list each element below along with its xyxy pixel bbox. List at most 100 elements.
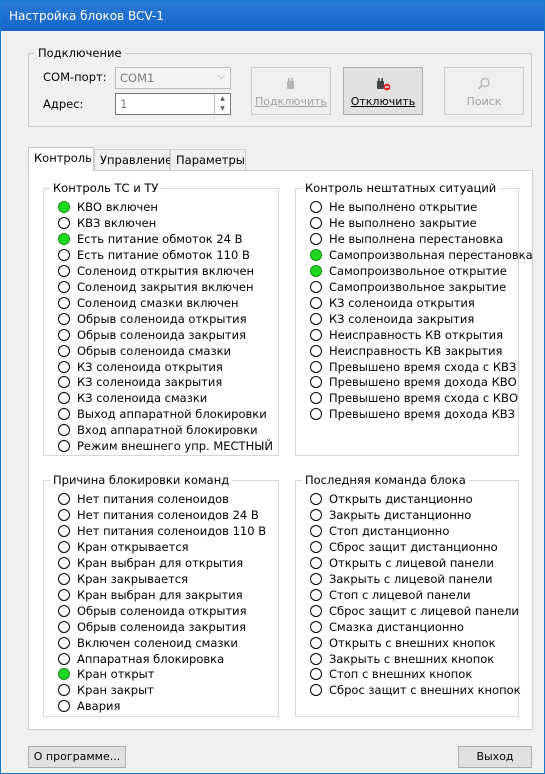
status-item-label: Сброс защит дистанционно	[329, 539, 498, 554]
status-item-label: Соленоид закрытия включен	[77, 279, 254, 294]
address-stepper[interactable]: 1 ▲ ▼	[115, 93, 231, 115]
com-port-value: COM1	[120, 71, 155, 85]
status-led-icon	[310, 508, 322, 521]
status-led-icon	[310, 248, 322, 261]
exit-label: Выход	[476, 750, 514, 763]
status-led-icon	[310, 312, 322, 325]
status-item-label: Обрыв соленоида закрытия	[77, 327, 247, 342]
chevron-down-icon: ⌵	[217, 71, 225, 82]
status-item-label: Превышено время схода с КВО	[329, 391, 518, 406]
status-led-icon	[310, 588, 322, 601]
arrow-down-icon[interactable]: ▼	[215, 104, 230, 114]
status-led-icon	[58, 216, 70, 229]
status-led-icon	[58, 604, 70, 617]
status-led-icon	[310, 684, 322, 697]
last-command-title: Последняя команда блока	[302, 473, 469, 487]
window-title: Настройка блоков BCV-1	[9, 9, 164, 23]
status-led-icon	[58, 556, 70, 569]
search-icon	[477, 77, 491, 94]
exit-button[interactable]: Выход	[458, 746, 532, 768]
status-item-label: Стоп с лицевой панели	[329, 587, 471, 602]
status-item-label: Обрыв соленоида закрытия	[77, 619, 247, 634]
status-led-icon	[58, 424, 70, 437]
status-item-label: КЗ соленоида открытия	[77, 359, 223, 374]
status-led-icon	[310, 668, 322, 681]
arrow-up-icon[interactable]: ▲	[215, 94, 230, 104]
status-item-label: Кран открывается	[77, 539, 189, 554]
status-item-label: Неисправность КВ открытия	[329, 327, 504, 342]
disconnect-button[interactable]: Отключить	[343, 67, 423, 115]
about-label: О программе...	[33, 750, 121, 763]
about-button[interactable]: О программе...	[28, 746, 126, 768]
status-item-label: Стоп с внешних кнопок	[329, 667, 473, 682]
status-item-label: Нет питания соленоидов 110 В	[77, 523, 267, 538]
status-led-icon	[310, 620, 322, 633]
status-led-icon	[310, 360, 322, 373]
status-led-icon	[58, 440, 70, 453]
status-item-label: Кран выбран для открытия	[77, 555, 244, 570]
status-led-icon	[310, 296, 322, 309]
status-item-label: Самопроизвольное открытие	[329, 263, 507, 278]
status-led-icon	[58, 376, 70, 389]
status-item-label: Нет питания соленоидов	[77, 492, 229, 506]
status-item-label: Открыть дистанционно	[329, 492, 473, 506]
com-port-label: COM-порт:	[43, 70, 107, 84]
status-led-icon	[58, 684, 70, 697]
block-reason-group: Причина блокировки команд Нет питания со…	[43, 473, 279, 717]
status-led-icon	[310, 392, 322, 405]
status-item-label: Нет питания соленоидов 24 В	[77, 507, 259, 522]
status-item-label: Соленоид смазки включен	[77, 295, 239, 310]
tab-control[interactable]: Контроль	[28, 147, 94, 171]
control-ts-tu-title: Контроль ТС и ТУ	[50, 181, 162, 195]
title-bar[interactable]: Настройка блоков BCV-1	[1, 1, 544, 31]
status-item-label: Сброс защит с внешних кнопок	[329, 683, 521, 698]
status-led-icon	[58, 493, 70, 505]
search-button[interactable]: Поиск	[444, 67, 524, 115]
stepper-buttons[interactable]: ▲ ▼	[214, 94, 230, 114]
status-led-icon	[310, 376, 322, 389]
status-led-icon	[58, 312, 70, 325]
status-led-icon	[58, 264, 70, 277]
status-led-icon	[310, 344, 322, 357]
status-item-label: Обрыв соленоида открытия	[77, 603, 247, 618]
address-value: 1	[120, 97, 128, 111]
status-led-icon	[58, 508, 70, 521]
status-item-label: Кран выбран для закрытия	[77, 587, 243, 602]
status-led-icon	[58, 524, 70, 537]
status-item-label: Стоп дистанционно	[329, 523, 450, 538]
status-item-label: Кран закрыт	[77, 683, 154, 698]
status-led-icon	[310, 636, 322, 649]
tab-parameters[interactable]: Параметры	[170, 149, 246, 170]
status-item-label: Закрыть с лицевой панели	[329, 571, 493, 586]
status-led-icon	[310, 216, 322, 229]
status-item-label: Не выполнена перестановка	[329, 231, 504, 246]
status-item-label: Самопроизвольное закрытие	[329, 279, 507, 294]
status-led-icon	[58, 296, 70, 309]
plug-disconnect-icon	[375, 77, 391, 94]
status-item-label: Превышено время дохода КВО	[329, 375, 517, 390]
status-item-label: Включен соленоид смазки	[77, 635, 238, 650]
connection-group-title: Подключение	[35, 46, 125, 60]
status-item-label: Открыть с лицевой панели	[329, 555, 494, 570]
status-item-label: Самопроизвольная перестановка	[329, 247, 533, 262]
block-reason-title: Причина блокировки команд	[50, 473, 233, 487]
status-led-icon	[58, 344, 70, 357]
status-item-label: Кран открыт	[77, 667, 155, 682]
status-led-icon	[310, 572, 322, 585]
com-port-select[interactable]: COM1 ⌵	[115, 67, 231, 89]
connect-button[interactable]: Подключить	[251, 67, 331, 115]
status-led-icon	[58, 280, 70, 293]
status-led-icon	[58, 328, 70, 341]
status-item-label: Сброс защит с лицевой панели	[329, 603, 519, 618]
status-led-icon	[310, 556, 322, 569]
status-led-icon	[58, 700, 70, 713]
disconnect-label: Отключить	[350, 95, 416, 108]
status-led-icon	[310, 280, 322, 293]
status-led-icon	[58, 392, 70, 405]
status-led-icon	[310, 604, 322, 617]
tab-management[interactable]: Управление	[94, 149, 172, 170]
status-led-icon	[58, 588, 70, 601]
status-led-icon	[310, 540, 322, 553]
status-led-icon	[310, 232, 322, 245]
status-led-icon	[58, 232, 70, 245]
